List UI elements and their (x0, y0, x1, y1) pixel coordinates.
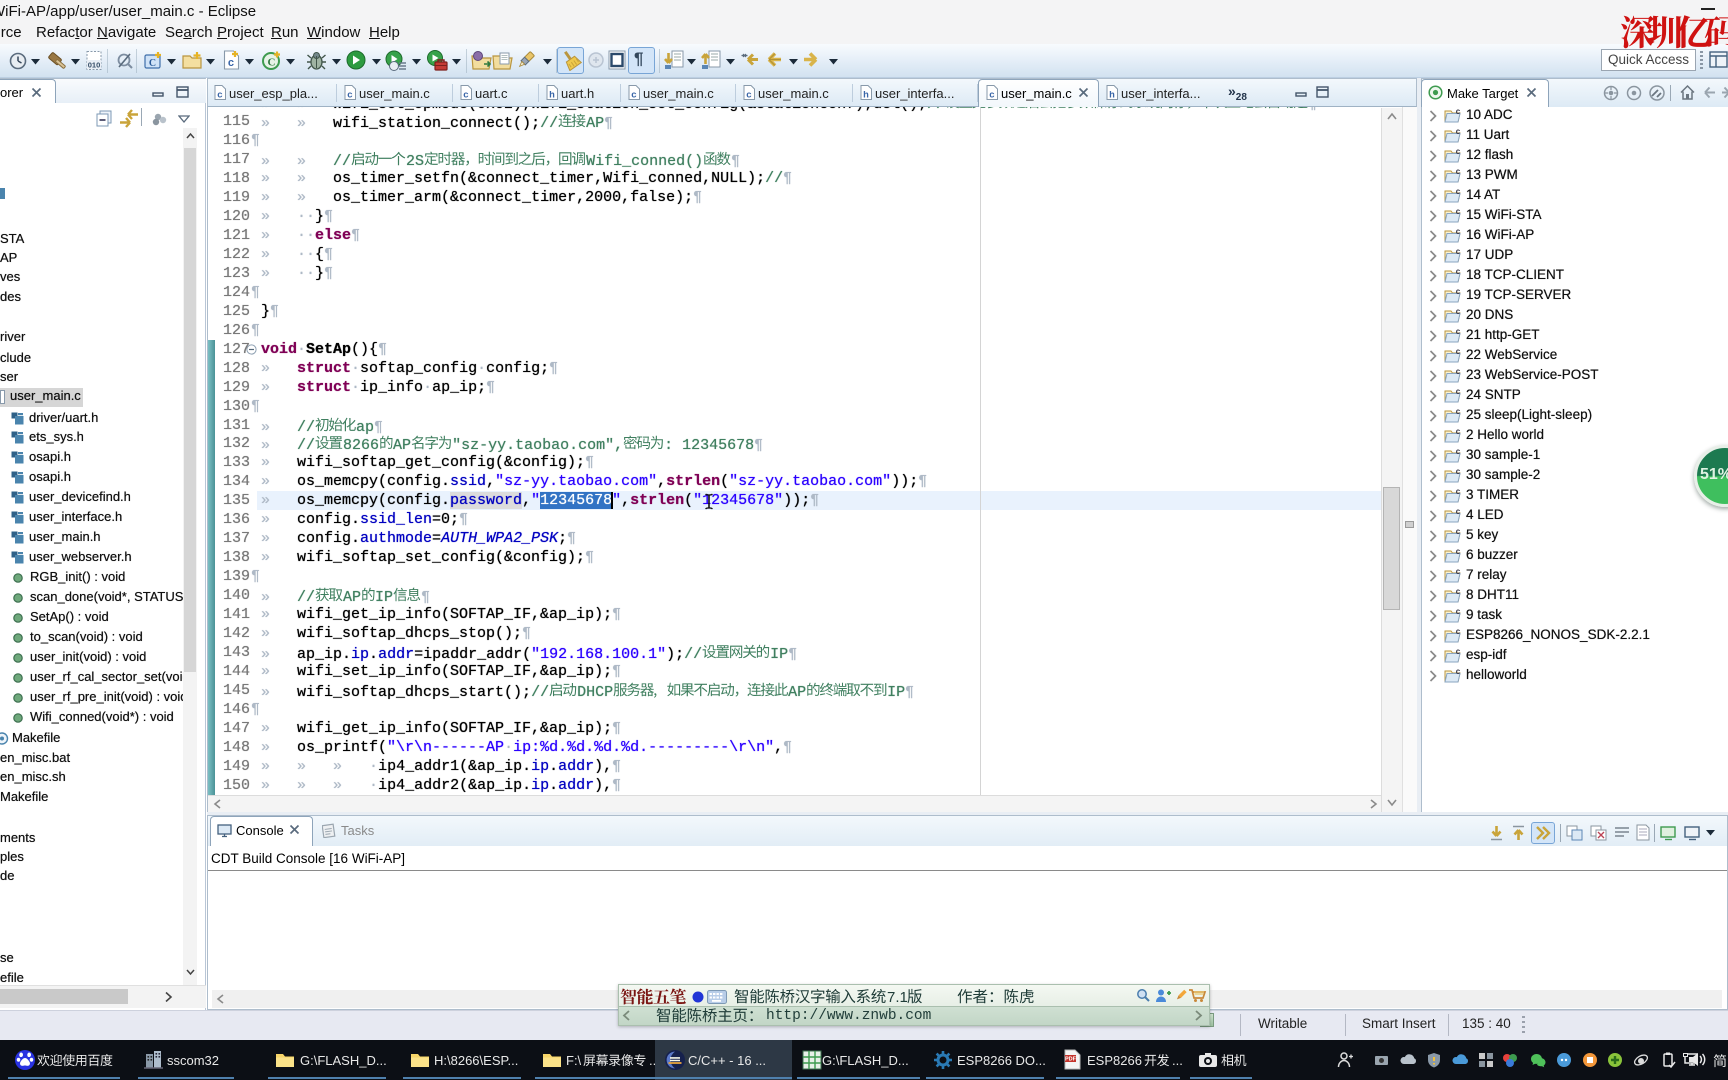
svg-text:c: c (1456, 568, 1461, 577)
svg-text:c: c (1456, 248, 1461, 257)
svg-text:h: h (1109, 90, 1115, 101)
svg-text:c: c (1456, 268, 1461, 277)
svg-text:C: C (149, 58, 156, 69)
svg-text:c: c (1456, 628, 1461, 637)
svg-text:c: c (1456, 448, 1461, 457)
svg-text:c: c (1456, 508, 1461, 517)
svg-text:c: c (1456, 168, 1461, 177)
svg-text:c: c (1456, 648, 1461, 657)
svg-text:c: c (217, 90, 223, 101)
svg-text:c: c (1456, 428, 1461, 437)
svg-text:c: c (1456, 108, 1461, 117)
svg-text:c: c (1456, 588, 1461, 597)
svg-text:c: c (1456, 668, 1461, 677)
svg-text:c: c (347, 90, 353, 101)
svg-text:010: 010 (88, 61, 101, 70)
svg-text:c: c (1456, 228, 1461, 237)
svg-text:c: c (463, 90, 469, 101)
svg-text:c: c (631, 90, 637, 101)
svg-text:c: c (1456, 388, 1461, 397)
svg-text:C: C (268, 57, 276, 69)
svg-text:c: c (1456, 308, 1461, 317)
svg-text:PDF: PDF (1065, 1057, 1077, 1063)
svg-text:c: c (1456, 148, 1461, 157)
svg-text:c: c (1456, 468, 1461, 477)
svg-text:c: c (1456, 128, 1461, 137)
svg-text:c: c (1456, 408, 1461, 417)
svg-text:c: c (228, 58, 235, 70)
svg-text:c: c (1456, 608, 1461, 617)
svg-text:c: c (1456, 288, 1461, 297)
svg-text:c: c (989, 90, 995, 101)
svg-text:h: h (549, 90, 555, 101)
svg-text:c: c (1456, 208, 1461, 217)
svg-text:c: c (1456, 348, 1461, 357)
svg-text:c: c (1456, 188, 1461, 197)
svg-text:c: c (1456, 368, 1461, 377)
svg-text:c: c (1456, 488, 1461, 497)
svg-text:h: h (863, 90, 869, 101)
svg-text:c: c (1456, 528, 1461, 537)
svg-text:c: c (746, 90, 752, 101)
svg-text:c: c (1456, 328, 1461, 337)
svg-text:c: c (1456, 548, 1461, 557)
